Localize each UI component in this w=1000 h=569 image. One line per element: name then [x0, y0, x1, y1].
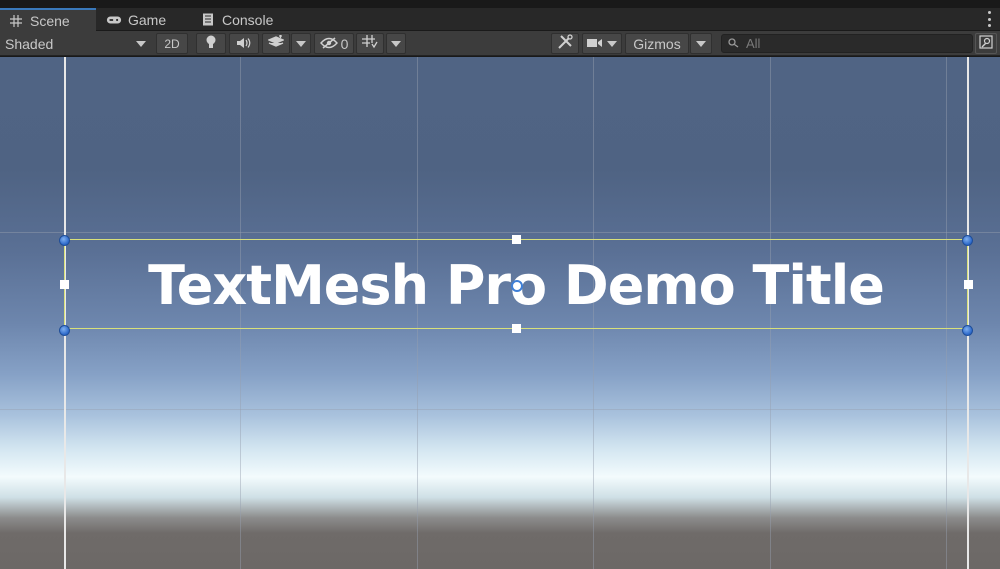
- rect-handle-right[interactable]: [964, 280, 973, 289]
- scene-visibility-toggle[interactable]: 0: [314, 33, 354, 54]
- scene-search-field[interactable]: [721, 34, 973, 53]
- chevron-down-icon: [607, 40, 617, 47]
- hidden-count: 0: [340, 35, 349, 52]
- tools-icon: [557, 34, 573, 53]
- tools-button[interactable]: [551, 33, 579, 54]
- pivot-icon[interactable]: [511, 280, 523, 292]
- speaker-icon: [236, 36, 252, 52]
- eye-hidden-icon: [319, 36, 338, 52]
- scene-toolbar: Shaded 2D 0 Gizmos All: [0, 31, 1000, 56]
- effects-toggle[interactable]: [262, 33, 290, 54]
- gizmos-label: Gizmos: [633, 35, 681, 52]
- toggle-2d-button[interactable]: 2D: [156, 33, 188, 54]
- tab-console[interactable]: Console: [192, 8, 292, 31]
- window-top-strip: [0, 0, 1000, 8]
- tab-console-label: Console: [222, 11, 274, 28]
- chevron-down-icon: [391, 40, 401, 47]
- layers-icon: [267, 35, 285, 52]
- chevron-down-icon: [696, 40, 706, 47]
- tab-bar: Scene Game Console: [0, 8, 1000, 31]
- tab-game-label: Game: [128, 11, 167, 28]
- grid-dropdown[interactable]: [386, 33, 406, 54]
- tab-game[interactable]: Game: [98, 8, 188, 31]
- rect-corner-top-left[interactable]: [59, 235, 70, 246]
- scene-camera-icon: [979, 35, 993, 52]
- lighting-toggle[interactable]: [196, 33, 226, 54]
- toggle-2d-label: 2D: [164, 36, 180, 51]
- grid-icon: [8, 14, 24, 28]
- rect-corner-bottom-left[interactable]: [59, 325, 70, 336]
- gamepad-icon: [106, 13, 122, 27]
- draw-mode-dropdown[interactable]: Shaded: [2, 33, 150, 54]
- audio-toggle[interactable]: [229, 33, 259, 54]
- rect-handle-left[interactable]: [60, 280, 69, 289]
- grid-snap-icon: [362, 35, 378, 52]
- chevron-down-icon: [136, 40, 146, 47]
- camera-settings-dropdown[interactable]: [582, 33, 622, 54]
- search-input[interactable]: [746, 36, 946, 51]
- more-options-icon[interactable]: [986, 11, 992, 27]
- camera-icon: [587, 36, 603, 52]
- rect-handle-bottom[interactable]: [512, 324, 521, 333]
- rect-corner-bottom-right[interactable]: [962, 325, 973, 336]
- scene-viewport[interactable]: TextMesh Pro Demo Title: [0, 57, 1000, 569]
- lightbulb-icon: [205, 35, 217, 52]
- gizmos-button[interactable]: Gizmos: [625, 33, 689, 54]
- search-icon: [728, 36, 740, 51]
- scene-camera-button[interactable]: [975, 33, 997, 54]
- tab-scene-label: Scene: [30, 12, 70, 29]
- draw-mode-label: Shaded: [5, 35, 54, 52]
- gizmos-dropdown[interactable]: [690, 33, 712, 54]
- rect-handle-top[interactable]: [512, 235, 521, 244]
- grid-line: [0, 409, 1000, 410]
- tab-scene[interactable]: Scene: [0, 8, 96, 31]
- rect-corner-top-right[interactable]: [962, 235, 973, 246]
- grid-toggle[interactable]: [356, 33, 384, 54]
- grid-line: [0, 232, 1000, 233]
- chevron-down-icon: [296, 40, 306, 47]
- console-icon: [200, 13, 216, 27]
- effects-dropdown[interactable]: [291, 33, 311, 54]
